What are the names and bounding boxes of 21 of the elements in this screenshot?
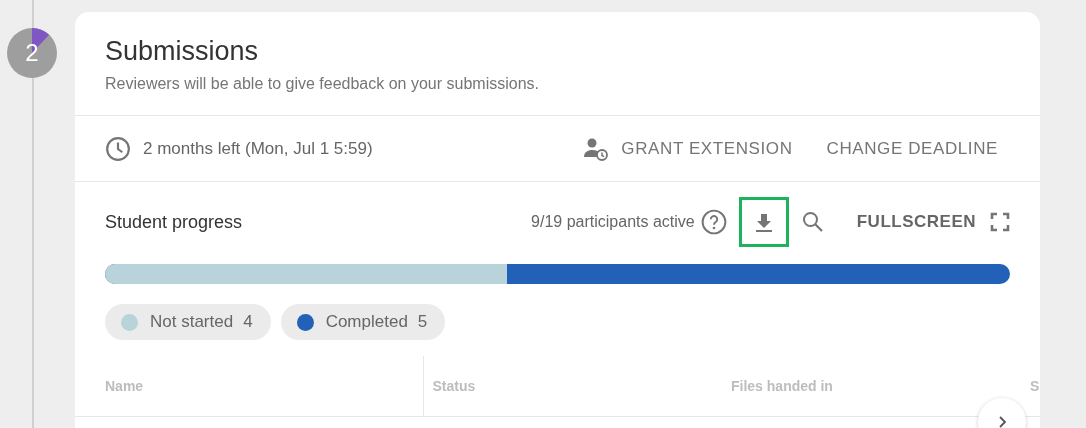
fullscreen-icon[interactable]	[990, 212, 1010, 232]
column-header: Name	[75, 356, 425, 416]
section-title: Student progress	[105, 211, 243, 233]
help-icon[interactable]	[700, 209, 727, 235]
card-subtitle: Reviewers will be able to give feedback on your submissions.	[105, 75, 540, 93]
fullscreen-button[interactable]: FULLSCREEN	[852, 208, 980, 236]
change-deadline-button[interactable]: CHANGE DEADLINE	[814, 130, 1010, 167]
deadline-text: 2 months left (Mon, Jul 1 5:59)	[143, 138, 373, 159]
legend-chip[interactable]: Completed 5	[280, 304, 446, 340]
column-header: S	[1030, 377, 1040, 396]
grant-extension-button[interactable]: GRANT EXTENSION	[571, 128, 805, 169]
step-badge: 2	[7, 28, 57, 78]
clock-icon	[105, 135, 131, 162]
participants-count: 9/19 participants active	[531, 213, 695, 231]
person-clock-icon	[583, 136, 610, 161]
card-title: Submissions	[105, 36, 260, 67]
column-header: Files handed in	[731, 377, 834, 396]
search-icon[interactable]	[800, 210, 825, 234]
legend-chip[interactable]: Not started 4	[105, 304, 271, 340]
column-header: Status	[431, 377, 477, 396]
download-button[interactable]	[738, 197, 789, 247]
